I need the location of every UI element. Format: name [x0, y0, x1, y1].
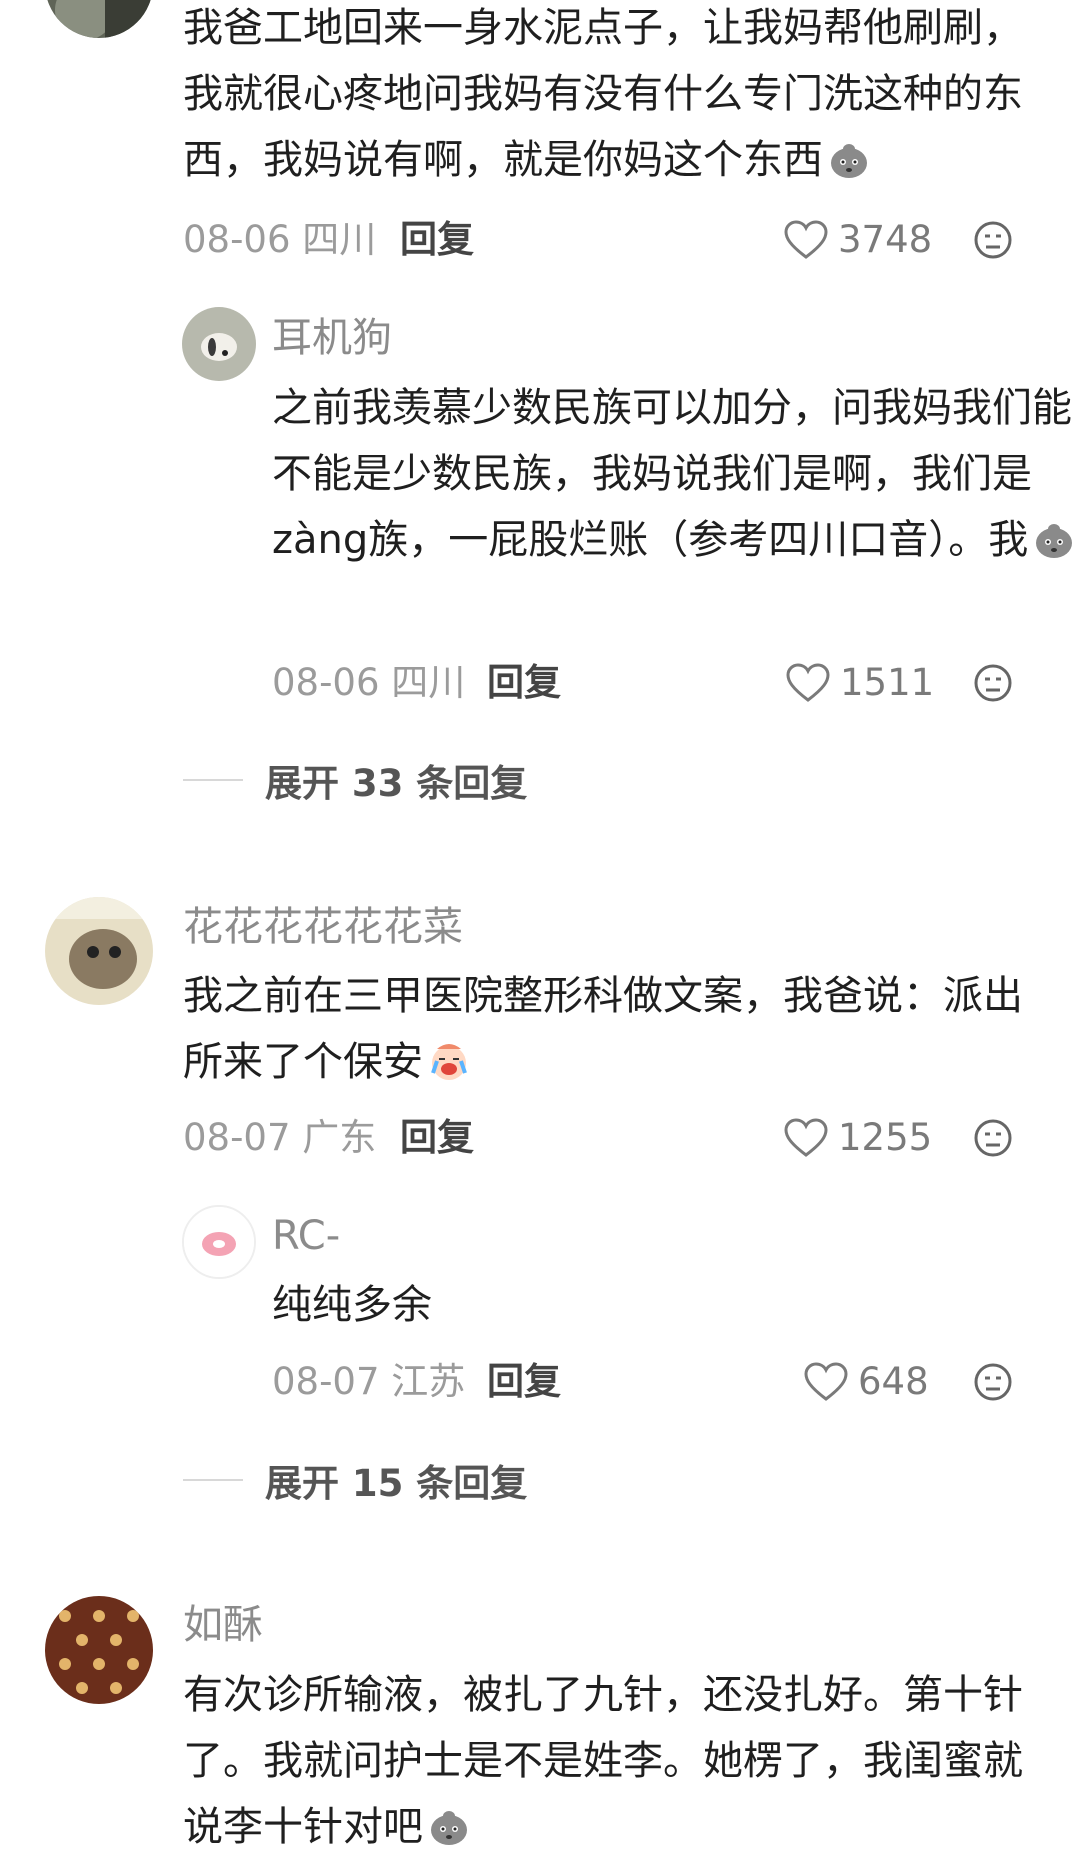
like-button[interactable]: 648 — [804, 1357, 929, 1407]
reply-button[interactable]: 回复 — [487, 1357, 561, 1407]
like-button[interactable]: 3748 — [784, 215, 932, 265]
neutral-face-icon[interactable] — [973, 1118, 1013, 1158]
reply-date-location: 08-07 江苏 — [272, 1360, 466, 1403]
heart-outline-icon — [784, 1118, 828, 1157]
reply-button[interactable]: 回复 — [400, 1113, 474, 1163]
like-button[interactable]: 1511 — [786, 658, 934, 708]
like-count: 1255 — [838, 1116, 933, 1159]
gray-blob-emoji — [831, 144, 867, 178]
comment-date-location: 08-07 广东 — [183, 1116, 377, 1159]
reply-text: 之前我羡慕少数民族可以加分，问我妈我们能不能是少数民族，我妈说我们是啊，我们是z… — [272, 375, 1080, 573]
username[interactable]: 耳机狗 — [272, 314, 392, 362]
expand-replies-button[interactable]: 展开 33 条回复 — [183, 755, 527, 805]
username[interactable]: 如酥 — [183, 1601, 263, 1649]
heart-outline-icon — [804, 1362, 848, 1401]
expand-replies-label: 展开 33 条回复 — [265, 762, 528, 805]
like-count: 1511 — [840, 661, 935, 704]
neutral-face-icon[interactable] — [973, 1362, 1013, 1402]
neutral-face-icon[interactable] — [973, 220, 1013, 260]
gray-blob-emoji — [1036, 524, 1073, 558]
avatar[interactable] — [182, 1205, 256, 1279]
crying-baby-emoji — [431, 1044, 467, 1080]
expand-replies-label: 展开 15 条回复 — [265, 1462, 528, 1505]
avatar[interactable] — [45, 0, 153, 38]
expand-replies-button[interactable]: 展开 15 条回复 — [183, 1455, 527, 1505]
comment-text: 我爸工地回来一身水泥点子，让我妈帮他刷刷，我就很心疼地问我妈有没有什么专门洗这种… — [183, 5, 1023, 183]
comment-text: 有次诊所输液，被扎了九针，还没扎好。第十针了。我就问护士是不是姓李。她楞了，我闺… — [183, 1672, 1023, 1850]
like-button[interactable]: 1255 — [784, 1113, 932, 1163]
heart-outline-icon — [784, 220, 828, 259]
reply-button[interactable]: 回复 — [487, 658, 561, 708]
username[interactable]: 花花花花花花菜 — [183, 903, 463, 951]
avatar[interactable] — [45, 1596, 153, 1704]
divider — [183, 779, 243, 781]
heart-outline-icon — [786, 663, 830, 702]
avatar[interactable] — [182, 307, 256, 381]
neutral-face-icon[interactable] — [973, 663, 1013, 703]
reply-button[interactable]: 回复 — [400, 215, 474, 265]
gray-blob-emoji — [431, 1811, 467, 1845]
like-count: 3748 — [838, 218, 933, 261]
comment-text: 我之前在三甲医院整形科做文案，我爸说：派出所来了个保安 — [183, 973, 1023, 1085]
comment-date-location: 08-06 四川 — [183, 218, 377, 261]
reply-date-location: 08-06 四川 — [272, 661, 466, 704]
avatar[interactable] — [45, 897, 153, 1005]
divider — [183, 1479, 243, 1481]
like-count: 648 — [858, 1360, 929, 1403]
username[interactable]: RC- — [272, 1212, 340, 1260]
reply-text: 纯纯多余 — [272, 1282, 432, 1328]
